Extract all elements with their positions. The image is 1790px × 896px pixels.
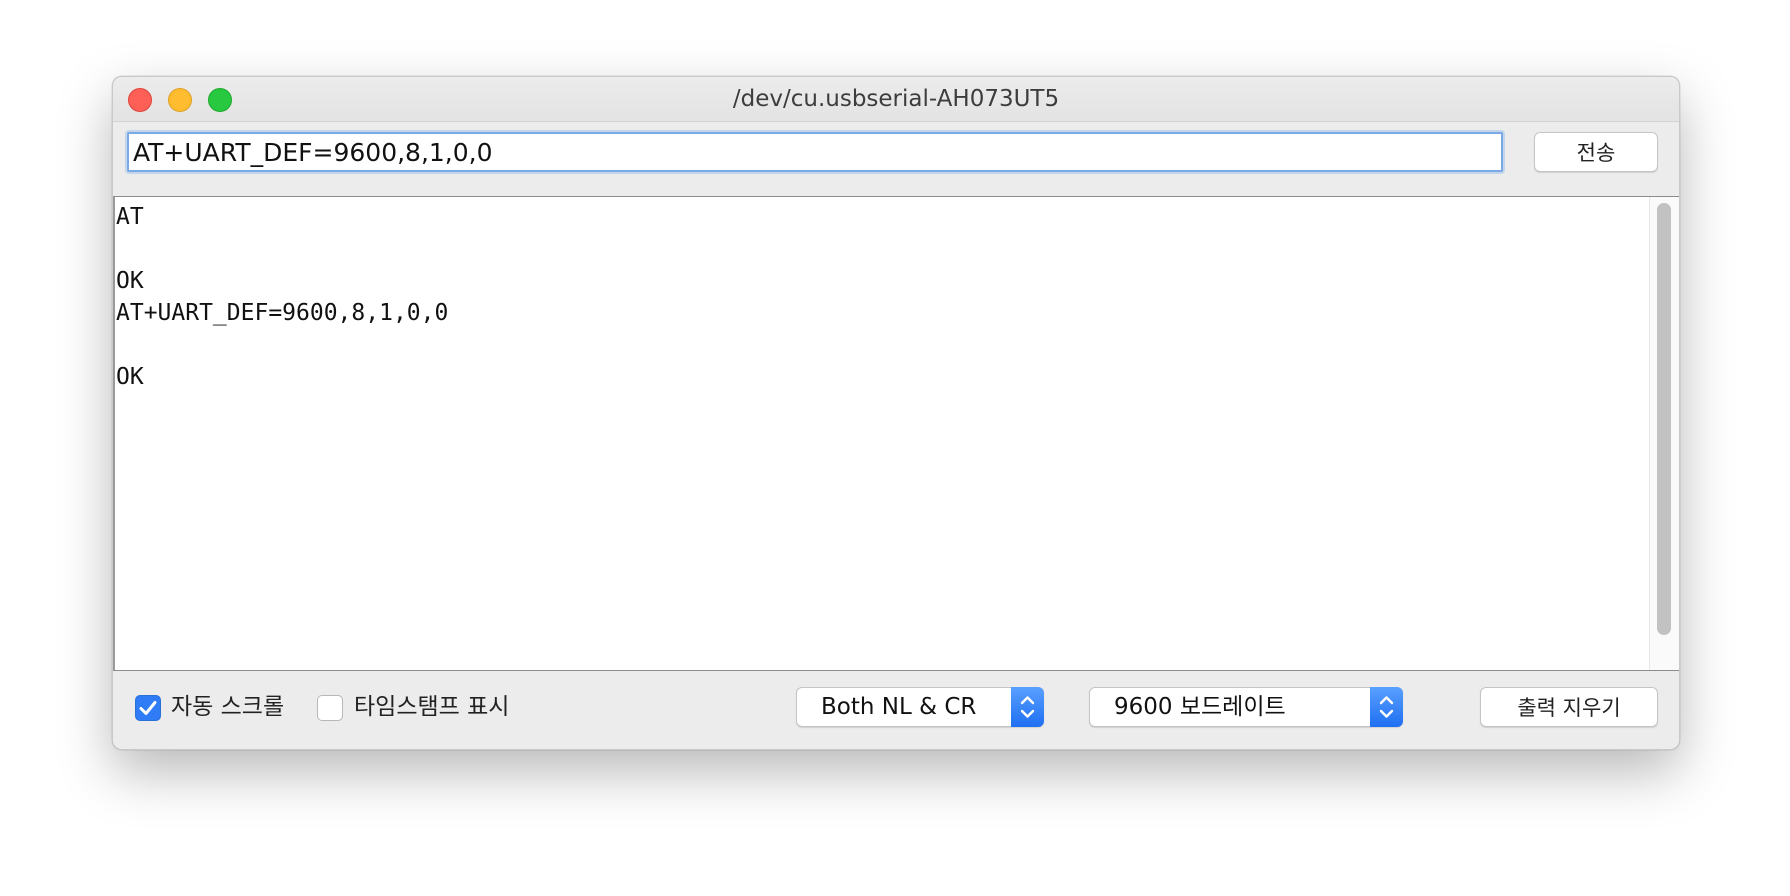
bottom-toolbar: 자동 스크롤 타임스탬프 표시 Both NL & CR 9600 보드레이트 … (113, 671, 1679, 749)
command-input-row: 전송 (113, 122, 1679, 198)
timestamp-label[interactable]: 타임스탬프 표시 (354, 691, 509, 723)
checkmark-icon (139, 701, 157, 715)
clear-output-button[interactable]: 출력 지우기 (1480, 687, 1658, 727)
line-ending-value: Both NL & CR (821, 694, 977, 720)
autoscroll-checkbox[interactable] (135, 695, 161, 721)
baud-rate-arrows (1370, 687, 1403, 727)
scrollbar-thumb[interactable] (1657, 203, 1671, 635)
serial-output-text: AT OK AT+UART_DEF=9600,8,1,0,0 OK (116, 204, 449, 390)
line-ending-arrows (1011, 687, 1044, 727)
up-down-chevron-icon (1020, 696, 1035, 718)
up-down-chevron-icon (1379, 696, 1394, 718)
serial-monitor-window: /dev/cu.usbserial-AH073UT5 전송 AT OK AT+U… (112, 76, 1680, 750)
timestamp-checkbox[interactable] (317, 695, 343, 721)
window-title: /dev/cu.usbserial-AH073UT5 (732, 86, 1060, 112)
vertical-scrollbar[interactable] (1649, 197, 1679, 670)
output-left-border (113, 197, 115, 670)
serial-command-input[interactable] (127, 132, 1503, 172)
autoscroll-label[interactable]: 자동 스크롤 (171, 691, 284, 723)
baud-rate-select[interactable]: 9600 보드레이트 (1089, 687, 1403, 727)
serial-output-panel[interactable]: AT OK AT+UART_DEF=9600,8,1,0,0 OK (113, 196, 1679, 671)
send-button[interactable]: 전송 (1534, 132, 1658, 172)
baud-rate-value: 9600 보드레이트 (1114, 694, 1286, 720)
title-bar[interactable]: /dev/cu.usbserial-AH073UT5 (113, 77, 1679, 122)
line-ending-select[interactable]: Both NL & CR (796, 687, 1044, 727)
